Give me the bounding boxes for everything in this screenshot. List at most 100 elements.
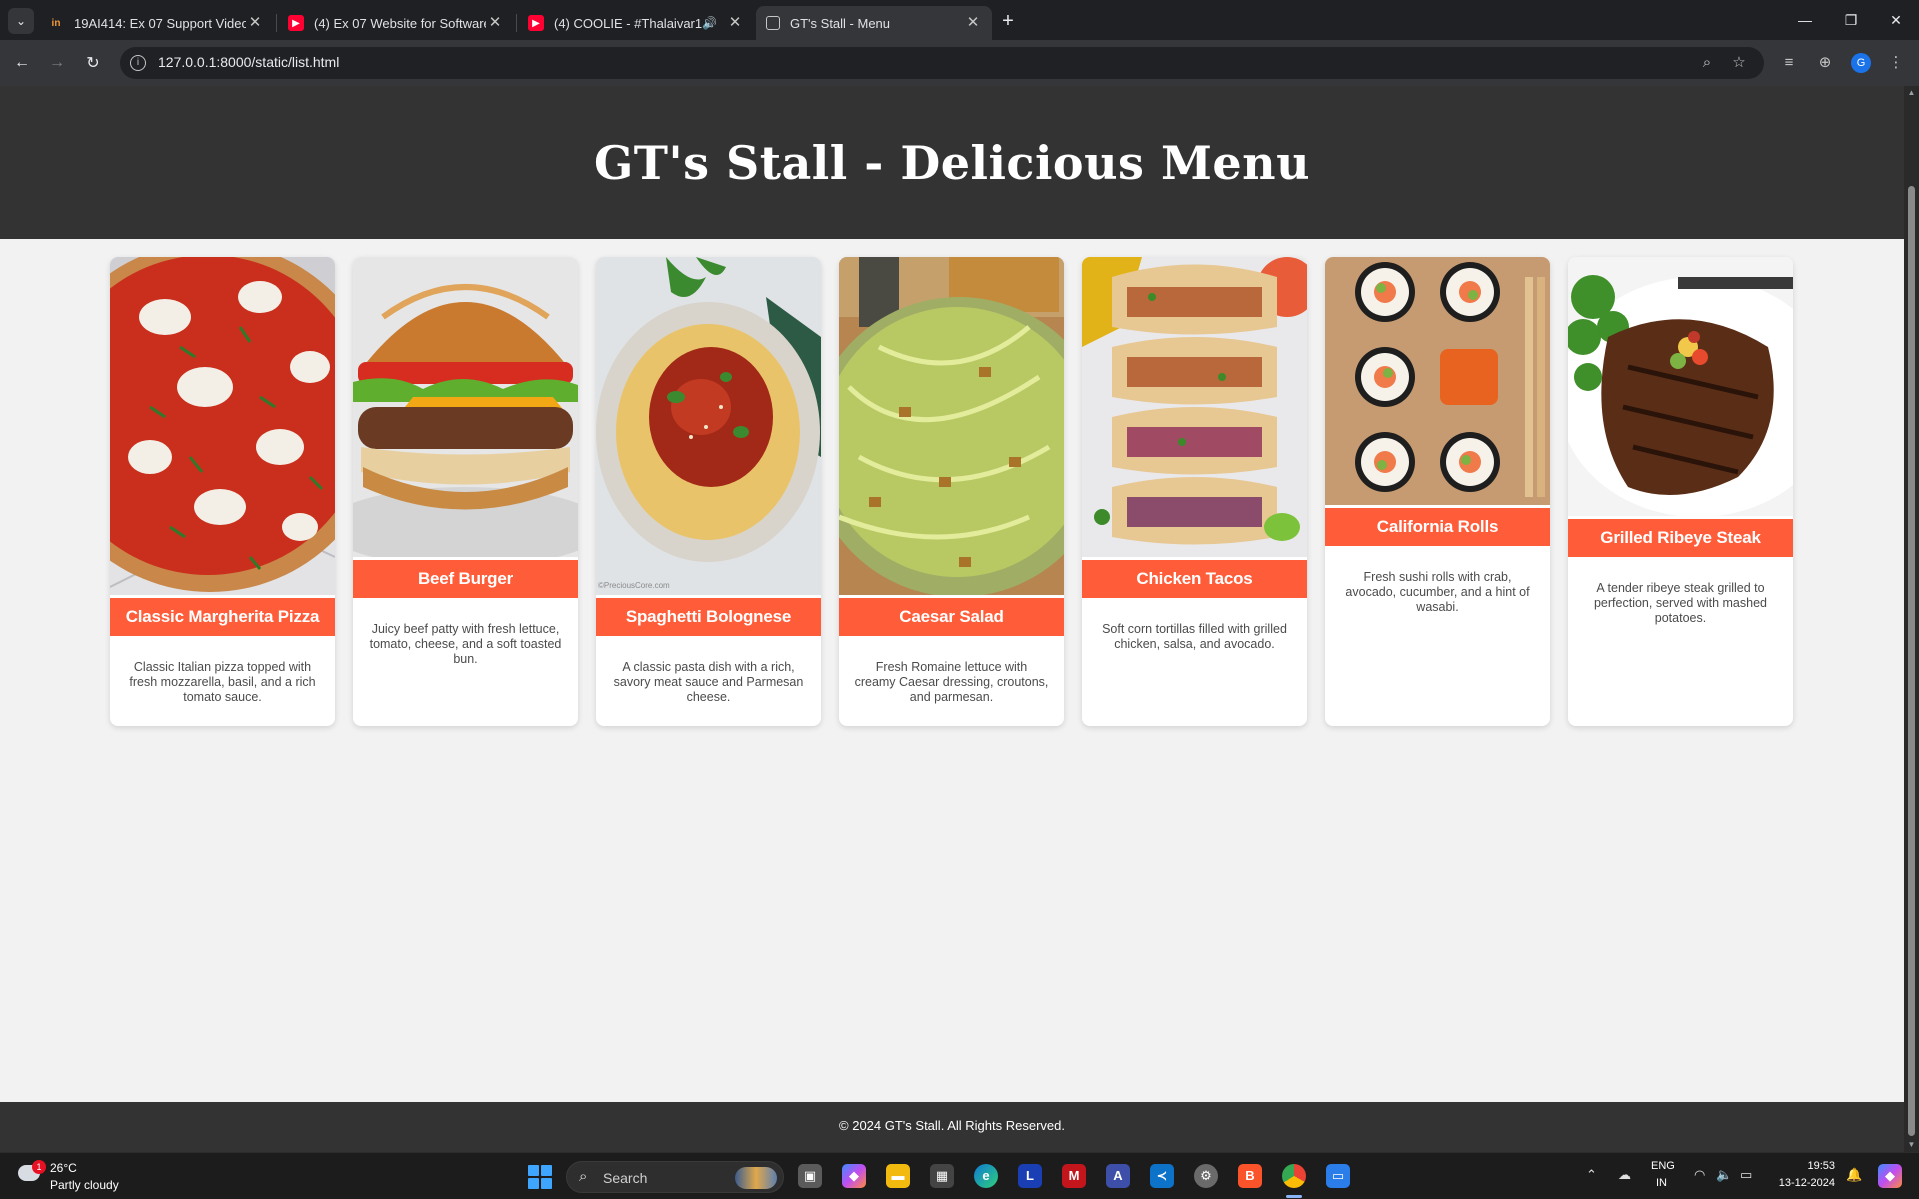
copilot-icon[interactable]: ◆	[842, 1164, 866, 1188]
file-explorer-icon[interactable]: ▬	[886, 1164, 910, 1188]
l-app-icon[interactable]: L	[1018, 1164, 1042, 1188]
menu-card-burger[interactable]: Beef Burger Juicy beef patty with fresh …	[353, 257, 578, 726]
image-watermark: ©PreciousCore.com	[598, 581, 670, 590]
menu-item-name: Beef Burger	[353, 560, 578, 598]
microsoft-store-icon[interactable]: ▦	[930, 1164, 954, 1188]
reload-button[interactable]: ↻	[79, 49, 107, 77]
tab-gts-stall-menu[interactable]: GT's Stall - Menu ✕	[756, 6, 992, 40]
menu-item-description: Fresh Romaine lettuce with creamy Caesar…	[854, 660, 1049, 704]
menu-card-chicken-tacos[interactable]: Chicken Tacos Soft corn tortillas filled…	[1082, 257, 1307, 726]
address-bar[interactable]: i 127.0.0.1:8000/static/list.html ⌕ ☆	[120, 47, 1764, 79]
close-tab-icon[interactable]: ✕	[964, 14, 982, 32]
california-rolls-image	[1325, 257, 1550, 505]
profile-avatar[interactable]: G	[1851, 53, 1871, 73]
menu-item-description: Soft corn tortillas filled with grilled …	[1102, 622, 1287, 651]
active-app-indicator	[1286, 1195, 1302, 1198]
brave-icon[interactable]: B	[1238, 1164, 1262, 1188]
chrome-icon[interactable]	[1282, 1164, 1306, 1188]
tab-separator	[276, 14, 277, 32]
bookmark-star-icon[interactable]: ☆	[1730, 54, 1748, 72]
menu-item-description: A tender ribeye steak grilled to perfect…	[1593, 581, 1767, 625]
volume-icon[interactable]: 🔈	[1716, 1167, 1732, 1183]
menu-kebab-icon[interactable]: ⋮	[1884, 51, 1908, 75]
tab-coolie[interactable]: ▶ (4) COOLIE - #Thalaivar171 🔊 ✕	[518, 6, 754, 40]
site-info-icon[interactable]: i	[130, 55, 146, 71]
caesar-salad-image	[839, 257, 1064, 595]
back-button[interactable]: ←	[8, 49, 36, 77]
menu-item-name: Caesar Salad	[839, 598, 1064, 636]
in-logo-icon: in	[51, 17, 61, 29]
windows-taskbar: 1 26°C Partly cloudy ⌕ Search ▣ ◆ ▬ ▦ e …	[0, 1152, 1919, 1199]
settings-gear-icon[interactable]: ⚙	[1194, 1164, 1218, 1188]
site-header: GT's Stall - Delicious Menu	[0, 86, 1904, 239]
restore-button[interactable]: ❐	[1828, 0, 1874, 40]
weather-description: Partly cloudy	[50, 1178, 119, 1192]
menu-item-description: A classic pasta dish with a rich, savory…	[613, 660, 804, 704]
menu-item-name: Classic Margherita Pizza	[110, 598, 335, 636]
close-tab-icon[interactable]: ✕	[726, 14, 744, 32]
windows-start-icon[interactable]	[528, 1165, 552, 1189]
ribeye-steak-image	[1568, 257, 1793, 516]
zoom-icon[interactable]: ⌕	[1698, 54, 1716, 72]
footer-copyright: © 2024 GT's Stall. All Rights Reserved.	[839, 1118, 1065, 1133]
region-indicator[interactable]: IN	[1656, 1177, 1667, 1189]
browser-toolbar: ← → ↻ i 127.0.0.1:8000/static/list.html …	[0, 40, 1919, 86]
tab-search-button[interactable]: ⌄	[8, 8, 34, 34]
menu-card-caesar-salad[interactable]: Caesar Salad Fresh Romaine lettuce with …	[839, 257, 1064, 726]
menu-card-pizza[interactable]: Classic Margherita Pizza Classic Italian…	[110, 257, 335, 726]
menu-card-ribeye-steak[interactable]: Grilled Ribeye Steak A tender ribeye ste…	[1568, 257, 1793, 726]
browser-tab-bar: ⌄ in 19AI414: Ex 07 Support Video | ✕ ▶ …	[0, 0, 1919, 40]
scroll-thumb[interactable]	[1908, 186, 1915, 1136]
battery-icon[interactable]: ▭	[1740, 1167, 1752, 1183]
tab-title: GT's Stall - Menu	[790, 15, 891, 31]
new-tab-button[interactable]: +	[995, 8, 1021, 34]
menu-item-name: California Rolls	[1325, 508, 1550, 546]
menu-item-description: Classic Italian pizza topped with fresh …	[129, 660, 316, 704]
clock-time[interactable]: 19:53	[1775, 1160, 1835, 1172]
chicken-tacos-image	[1082, 257, 1307, 557]
menu-item-name: Spaghetti Bolognese	[596, 598, 821, 636]
show-hidden-icons-chevron-icon[interactable]: ⌃	[1586, 1167, 1597, 1183]
task-view-icon[interactable]: ▣	[798, 1164, 822, 1188]
close-tab-icon[interactable]: ✕	[486, 14, 504, 32]
remote-desktop-icon[interactable]: ▭	[1326, 1164, 1350, 1188]
tab-separator	[516, 14, 517, 32]
page-viewport: GT's Stall - Delicious Menu Classic Marg…	[0, 86, 1904, 1152]
wifi-icon[interactable]: ◠	[1694, 1167, 1705, 1183]
forward-button[interactable]: →	[43, 49, 71, 77]
search-icon: ⌕	[579, 1168, 588, 1185]
clock-date[interactable]: 13-12-2024	[1759, 1177, 1835, 1189]
onedrive-icon[interactable]: ☁	[1618, 1167, 1631, 1183]
notification-bell-icon[interactable]: 🔔	[1846, 1167, 1862, 1183]
arc-app-icon[interactable]: A	[1106, 1164, 1130, 1188]
search-highlight-image	[735, 1167, 777, 1189]
mcafee-icon[interactable]: M	[1062, 1164, 1086, 1188]
youtube-icon: ▶	[288, 15, 304, 31]
minimize-button[interactable]: —	[1782, 0, 1828, 40]
copilot-tray-icon[interactable]: ◆	[1878, 1164, 1902, 1188]
page-scrollbar[interactable]: ▲ ▼	[1904, 86, 1919, 1152]
page-title: GT's Stall - Delicious Menu	[593, 136, 1311, 190]
tab-title: (4) COOLIE - #Thalaivar171	[554, 15, 702, 31]
edge-icon[interactable]: e	[974, 1164, 998, 1188]
media-control-icon[interactable]: ≡	[1777, 51, 1801, 75]
language-indicator[interactable]: ENG	[1651, 1160, 1675, 1172]
menu-item-description: Juicy beef patty with fresh lettuce, tom…	[369, 622, 562, 666]
url-text[interactable]: 127.0.0.1:8000/static/list.html	[158, 54, 339, 70]
speaker-icon[interactable]: 🔊	[702, 16, 720, 30]
menu-card-spaghetti[interactable]: ©PreciousCore.com Spaghetti Bolognese A …	[596, 257, 821, 726]
search-label: Search	[603, 1170, 648, 1186]
scroll-up-arrow-icon[interactable]: ▲	[1906, 88, 1917, 97]
tab-ex07-website[interactable]: ▶ (4) Ex 07 Website for Software C ✕	[278, 6, 514, 40]
scroll-down-arrow-icon[interactable]: ▼	[1906, 1140, 1917, 1149]
menu-item-name: Chicken Tacos	[1082, 560, 1307, 598]
menu-card-california-rolls[interactable]: California Rolls Fresh sushi rolls with …	[1325, 257, 1550, 726]
close-window-button[interactable]: ✕	[1873, 0, 1919, 40]
tab-support-video[interactable]: in 19AI414: Ex 07 Support Video | ✕	[38, 6, 274, 40]
download-icon[interactable]: ⊕	[1813, 51, 1837, 75]
taskbar-search-box[interactable]: ⌕ Search	[566, 1161, 784, 1193]
vscode-icon[interactable]: ≺	[1150, 1164, 1174, 1188]
burger-image	[353, 257, 578, 557]
globe-icon	[766, 16, 780, 30]
close-tab-icon[interactable]: ✕	[246, 14, 264, 32]
